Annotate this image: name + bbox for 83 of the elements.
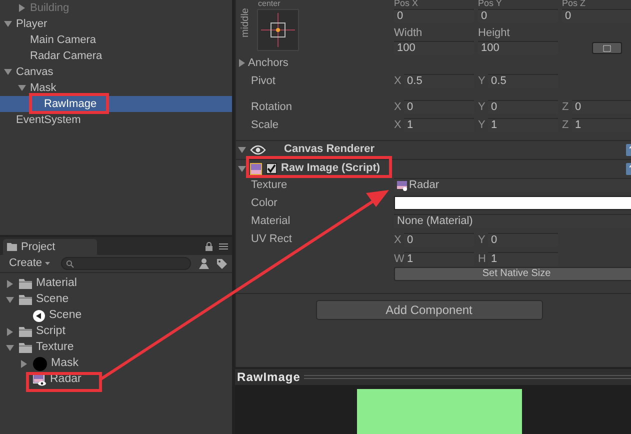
axis-label: Y [478,74,486,89]
texture-icon [397,180,408,190]
axis-label: X [394,118,402,133]
caret-icon [45,262,50,265]
preview-title: RawImage [237,369,300,386]
component-title[interactable]: Raw Image (Script) [281,160,380,177]
property-label: Rotation [250,100,294,115]
circle-icon [33,357,47,371]
project-item[interactable]: Scene [36,291,69,309]
property-label: Texture [250,178,288,193]
enabled-checkbox[interactable] [266,163,278,174]
collapsed-arrow-icon[interactable] [238,59,246,67]
field-label: Pos X [394,0,420,8]
filter-icon[interactable] [197,258,210,269]
property-label: Material [250,214,292,229]
expanded-arrow-icon[interactable] [238,164,246,172]
anchor-horizontal-label: center [258,0,280,8]
axis-label: H [478,252,487,266]
axis-label: W [394,252,404,266]
axis-label: Y [478,118,486,133]
anchor-preset-button[interactable] [257,9,300,51]
field-label: Pos Z [562,0,587,8]
eye-icon [250,144,266,154]
hierarchy-item[interactable]: Radar Camera [30,48,102,64]
hierarchy-item[interactable]: Mask [30,80,56,96]
axis-label: Y [478,233,486,248]
collapsed-arrow-icon[interactable] [20,360,28,368]
field-label: Height [478,26,511,41]
color-field[interactable] [394,196,631,210]
component-title[interactable]: Canvas Renderer [284,141,375,158]
collapsed-arrow-icon[interactable] [18,4,26,12]
texture-icon [33,374,46,386]
expanded-arrow-icon[interactable] [18,84,26,92]
axis-label: X [394,233,402,248]
project-item[interactable]: Texture [36,339,74,357]
property-label: Color [250,196,278,211]
project-item[interactable]: Scene [49,307,82,325]
expanded-arrow-icon[interactable] [4,68,12,76]
axis-label: Z [562,100,570,115]
collapsed-arrow-icon[interactable] [6,328,14,336]
hierarchy-item[interactable]: Canvas [16,64,54,80]
anchor-vertical-label: middle [239,8,252,38]
menu-icon[interactable] [219,243,228,250]
checkmark-icon [267,164,276,173]
raw-image-icon [250,162,262,174]
expanded-arrow-icon[interactable] [4,20,12,28]
axis-label: X [394,74,402,89]
project-item[interactable]: Script [36,323,66,341]
project-item[interactable]: Material [36,275,77,293]
expanded-arrow-icon[interactable] [6,344,14,352]
field-label: Pos Y [478,0,503,8]
add-component-button[interactable]: Add Component [316,300,543,320]
folder-icon [19,295,32,305]
field-label: Width [394,26,424,41]
object-field[interactable]: Radar [394,178,631,192]
axis-label: Z [562,118,570,133]
axis-label: X [394,100,402,115]
folder-icon [19,279,32,289]
project-item[interactable]: Mask [51,355,78,373]
lock-icon[interactable] [205,242,214,251]
blueprint-button[interactable] [592,42,622,54]
hierarchy-item[interactable]: Player [16,16,48,32]
search-icon [66,260,74,268]
create-button[interactable]: Create [4,255,56,272]
folder-icon [19,327,32,337]
hierarchy-item[interactable]: Main Camera [30,32,96,48]
expanded-arrow-icon[interactable] [238,146,246,154]
set-native-size-button[interactable]: Set Native Size [394,267,631,281]
property-label: Scale [250,118,280,133]
object-field[interactable]: None (Material) [394,214,631,228]
dotted-square-icon [603,44,612,52]
hierarchy-item[interactable]: EventSystem [16,112,81,128]
property-label: UV Rect [250,232,293,247]
expanded-arrow-icon[interactable] [6,296,14,304]
foldout-label[interactable]: Anchors [248,54,288,72]
folder-icon [7,243,17,251]
search-field[interactable] [61,257,192,270]
property-label: Pivot [250,74,276,89]
axis-label: Y [478,100,486,115]
tag-icon[interactable] [216,258,228,270]
anchor-preset-icon [261,13,296,47]
folder-icon [19,343,32,353]
collapsed-arrow-icon[interactable] [6,280,14,288]
